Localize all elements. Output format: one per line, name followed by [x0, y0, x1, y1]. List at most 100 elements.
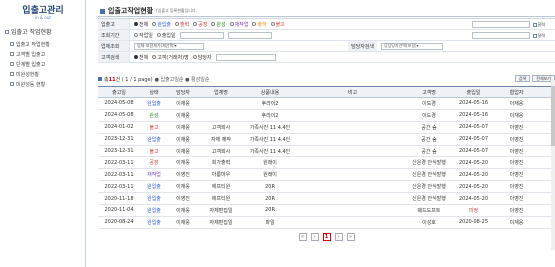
radio-date-in[interactable]: 출입일 — [156, 32, 176, 39]
first-page-button[interactable]: « — [298, 233, 307, 241]
radio-status-option[interactable]: 불고 — [270, 21, 285, 28]
column-header[interactable]: 상태 — [140, 89, 168, 96]
column-header[interactable]: 출입일 — [449, 89, 498, 96]
table-header: 출고일 상태 담당자 업체명 상품내용 비고 고객명 출입일 협업자 — [98, 87, 555, 98]
radio-status-option[interactable]: 전체 — [134, 21, 148, 28]
cell-coll: 이재웅 — [509, 112, 524, 119]
cell-d2: 2024-05-16 — [458, 100, 489, 107]
cell-date: 2020-11-18 — [104, 195, 134, 202]
column-header[interactable]: 고객명 — [409, 89, 449, 96]
radio-label: 고객(거래처)명 — [157, 54, 189, 61]
result-summary-bar: 총11건 ( 1 / 1 page) ● 입출고일순 ● 활성일순 검색 전체보… — [98, 73, 555, 85]
radio-icon — [152, 22, 157, 26]
radio-status-option[interactable]: 출력 — [175, 21, 189, 28]
page-title: 입출고작업현황 — [108, 7, 154, 15]
radio-status-option[interactable]: 완입출 — [152, 21, 171, 28]
page-description: [입출고 등록현황입니다. — [156, 8, 197, 13]
radio-status-option[interactable]: 공장 — [193, 21, 207, 28]
sort-legend[interactable]: ● 입출고일순 ● 활성일순 — [155, 76, 210, 83]
sidebar-item[interactable]: 단계별 입출고 — [10, 59, 50, 69]
calendar-button[interactable]: 달력 — [532, 32, 545, 39]
sidebar-item[interactable]: 미완성현황 — [10, 69, 50, 79]
search-button[interactable]: 검색 — [514, 75, 531, 82]
cell-d2: 2024-05-07 — [458, 136, 489, 143]
radio-status-option[interactable]: 재작업 — [229, 21, 248, 28]
assignee-select[interactable]: 당담당자선택(포함)▾ — [381, 42, 444, 50]
sidebar-subtitle: in & out — [0, 15, 86, 20]
page-icon — [10, 52, 14, 56]
table-row[interactable]: 2022-03-11 공장 이재웅 회가출력 원래이 신은경 안식발행 2024-05-20… — [98, 157, 555, 170]
cell-coll: 이영진 — [509, 184, 524, 191]
sidebar-item[interactable]: 입출고 작업현황 — [10, 39, 50, 49]
radio-icon — [211, 22, 216, 26]
column-header[interactable]: 협업자 — [498, 89, 535, 96]
table-row[interactable]: 2022-03-11 완입출 이재웅 에프티원 20R 신은경 안식발행 2024-05-2… — [98, 181, 555, 194]
cell-user: 이재웅 — [176, 148, 190, 155]
next-page-button[interactable]: › — [334, 233, 343, 241]
company-select[interactable]: 업체-포함체가(제선택)▾ — [134, 42, 204, 50]
cell-co: 아름마우 — [211, 172, 231, 179]
calendar-label: 달력 — [537, 32, 545, 38]
sidebar-section[interactable]: 입출고 작업현황 — [5, 27, 52, 36]
radio-customer-all[interactable]: 전체 — [134, 54, 148, 61]
last-page-button[interactable]: » — [346, 233, 355, 241]
radio-date-work[interactable]: 작업일 — [134, 32, 153, 39]
sidebar-item[interactable]: 고객별 입출고 — [10, 49, 50, 59]
cell-user: 이영진 — [176, 172, 190, 179]
page-1-button[interactable]: 1 — [322, 233, 331, 241]
table-row[interactable]: 2024-05-08 완입출 이재웅 후라이2 이도경 2024-05-16 이재웅 — [98, 98, 555, 110]
prev-page-button[interactable]: ‹ — [310, 233, 319, 241]
radio-icon — [134, 55, 138, 59]
sidebar: 입출고관리 in & out 입출고 작업현황 입출고 작업현황 고객별 입출고 단… — [0, 0, 86, 267]
column-header[interactable]: 상품내용 — [244, 89, 296, 96]
column-header[interactable]: 업체명 — [198, 89, 244, 96]
date-end-input[interactable] — [471, 32, 530, 39]
date-from-input[interactable] — [179, 31, 224, 39]
table-row[interactable]: 2020-11-04 완입출 이재웅 자체편집일 20R 웨드도프트 미정 이영진 — [98, 205, 555, 217]
calendar-label: 달력 — [537, 21, 545, 27]
cell-status: 공장 — [149, 160, 159, 167]
sidebar-item[interactable]: 미완성등 현황 — [10, 79, 50, 89]
cell-status: 재작업 — [147, 172, 161, 179]
main-content: 입출고작업현황 [입출고 등록현황입니다. 입출고 전체 완입출 출력 공장 완성 재작업… — [90, 0, 555, 267]
radio-status-option[interactable]: 출하 — [252, 21, 267, 28]
calendar-button[interactable]: 달력 — [532, 21, 545, 28]
cell-coll: 이영진 — [509, 148, 524, 155]
cell-prod: 후라이2 — [261, 112, 279, 119]
scrollbar-thumb[interactable] — [551, 86, 555, 146]
table-row[interactable]: 2023-12-31 완입출 이재웅 자체 제작 가족사진 11 4.4인 공간 숲 202… — [98, 134, 555, 146]
radio-customer-assignee[interactable]: 담당자 — [192, 54, 212, 61]
table-row[interactable]: 2023-12-31 불고 이재웅 고객회사 가족사진 11 4.4인 공간 숲 2024-… — [98, 146, 555, 158]
radio-customer-name[interactable]: 고객(거래처)명 — [152, 54, 189, 61]
table-row[interactable]: 2024-01-02 불고 이재웅 고객회사 가족사진 11 4.4인 공간 숲 2024-… — [98, 122, 555, 134]
table-row[interactable]: 2024-05-08 완성 이재웅 후라이2 이도경 2024-05-16 이재웅 — [98, 110, 555, 122]
cell-co: 자체편집일 — [209, 219, 233, 226]
sidebar-subtitle-link[interactable]: in & out — [35, 15, 51, 20]
sidebar-item-label: 미완성현황 — [16, 71, 40, 78]
radio-label: 완입출 — [157, 21, 172, 28]
radio-label: 완성 — [216, 21, 226, 28]
column-header[interactable]: 담당자 — [168, 89, 198, 96]
filter-row-date: 조회기간 작업일 출입일 달력 — [98, 30, 555, 41]
column-header[interactable]: 비고 — [296, 89, 409, 96]
cell-co: 자체편집일 — [209, 207, 233, 214]
date-start-input[interactable] — [471, 21, 530, 28]
radio-icon — [192, 55, 197, 59]
cell-prod: 20R — [265, 195, 275, 202]
radio-label: 전체 — [139, 21, 149, 28]
table-row[interactable]: 2022-03-11 재작업 이영진 아름마우 원래이 신은경 안식발행 2024-05-2… — [98, 169, 555, 182]
cell-d2: 2024-05-20 — [458, 183, 489, 190]
radio-status-option[interactable]: 완성 — [211, 21, 226, 28]
date-to-input[interactable] — [227, 31, 272, 39]
table-row[interactable]: 2020-11-18 완입출 이영진 에프티원 20R 신은경 안식발행 2024-05-2… — [98, 193, 555, 206]
table-row[interactable]: 2020-08-24 완입출 이재웅 자체편집일 파일 이성호 2020-08-25 이재웅 — [98, 217, 555, 229]
page-icon — [10, 62, 14, 66]
cell-coll: 이영진 — [509, 172, 524, 179]
cell-prod: 후라이2 — [261, 100, 279, 107]
cell-user: 이재웅 — [176, 112, 190, 119]
cell-date: 2022-03-11 — [104, 159, 134, 166]
count-suffix: 건 ( 1 / 1 page) — [115, 76, 153, 83]
radio-icon — [156, 33, 161, 37]
customer-search-input[interactable] — [215, 53, 276, 61]
column-header[interactable]: 출고일 — [98, 89, 140, 96]
